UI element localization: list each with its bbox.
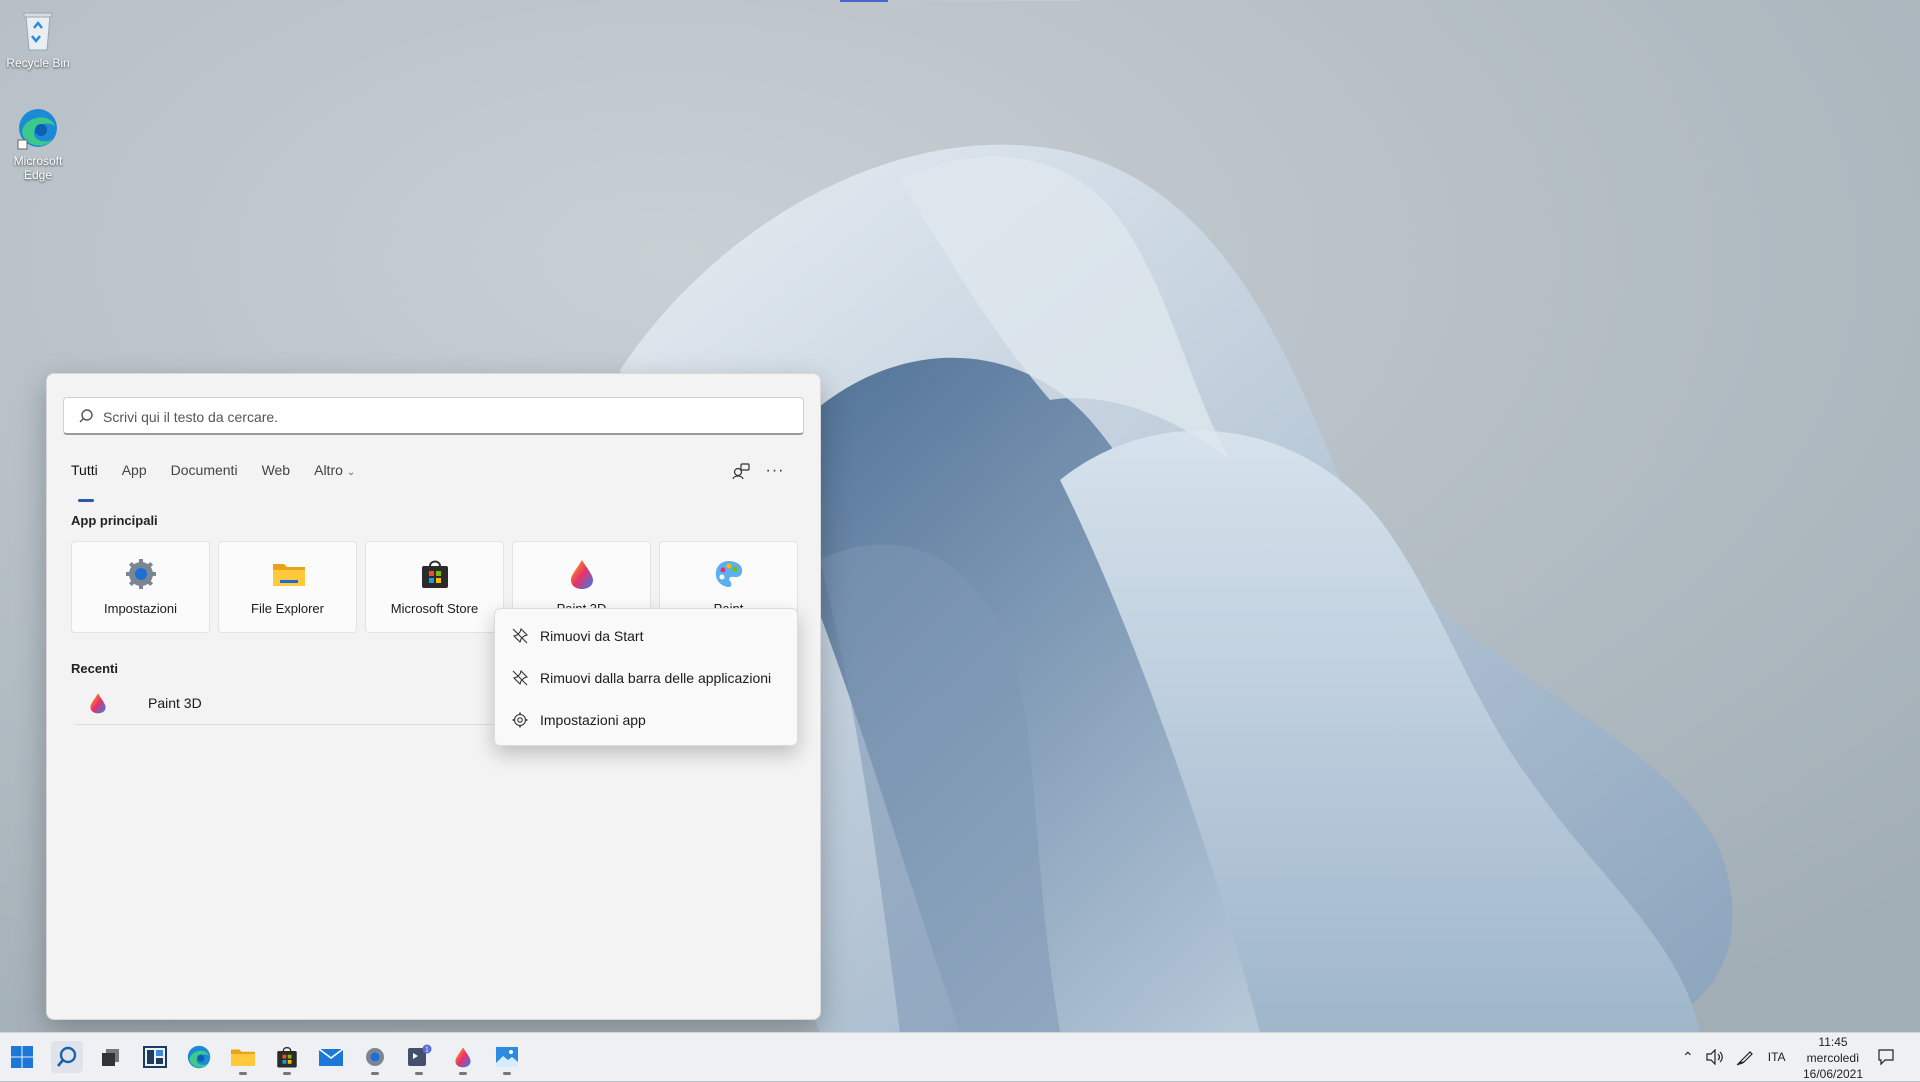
recent-item[interactable]: Paint 3D [75,683,495,725]
notifications-button[interactable] [1870,1041,1902,1073]
more-options-button[interactable]: ··· [763,459,787,483]
recent-item-label: Paint 3D [148,695,202,711]
running-indicator [239,1072,247,1075]
language-indicator[interactable]: ITA [1768,1050,1786,1064]
desktop-icon-label: Microsoft Edge [13,154,63,182]
settings-icon [366,1048,384,1066]
taskbar-edge-button[interactable] [183,1041,215,1073]
tile-label: Microsoft Store [390,601,479,616]
paint-palette-icon [715,561,743,587]
widgets-button[interactable] [139,1041,171,1073]
unpin-icon [512,670,528,686]
tile-label: File Explorer [251,601,324,616]
search-icon [79,409,93,423]
context-menu: Rimuovi da Start Rimuovi dalla barra del… [494,608,798,746]
file-explorer-icon [231,1049,255,1066]
account-icon [732,463,750,480]
unpin-icon [512,628,528,644]
taskbar-file-explorer-button[interactable] [227,1041,259,1075]
start-button[interactable] [6,1041,38,1073]
clock-time: 11:45 [1818,1035,1848,1049]
start-icon [11,1046,33,1068]
menu-item-label: Impostazioni app [540,712,646,728]
top-app-tile[interactable]: File Explorer [218,541,357,633]
svg-text:1: 1 [425,1047,429,1054]
tab-tutti[interactable]: Tutti [71,462,98,502]
tile-label: Impostazioni [104,601,177,616]
tab-web[interactable]: Web [262,462,291,492]
running-indicator [503,1072,511,1075]
menu-item-label: Rimuovi dalla barra delle applicazioni [540,670,772,686]
top-app-tile[interactable]: Microsoft Store [365,541,504,633]
taskbar-paint3d-button[interactable] [447,1041,479,1075]
search-placeholder: Scrivi qui il testo da cercare. [103,409,279,425]
edge-icon [17,109,57,150]
edge-icon [187,1045,211,1069]
taskbar-teams-button[interactable]: 1 [403,1041,435,1075]
folder-icon [273,564,305,586]
taskbar-settings-button[interactable] [359,1041,391,1075]
ellipsis-icon: ··· [765,462,785,479]
photos-icon [496,1047,518,1067]
mail-icon [318,1048,344,1066]
running-indicator [459,1072,467,1075]
tab-altro[interactable]: Altro ⌄ [314,462,355,492]
taskbar-search-button[interactable] [51,1041,83,1073]
menu-item-unpin-taskbar[interactable]: Rimuovi dalla barra delle applicazioni [499,659,793,697]
search-input[interactable]: Scrivi qui il testo da cercare. [63,397,804,435]
paint3d-drop-icon [571,560,593,589]
account-switch-button[interactable] [729,459,753,483]
tab-documenti[interactable]: Documenti [171,462,238,492]
top-indicator [840,0,888,2]
paint3d-icon [455,1047,471,1068]
desktop-icon-label: Recycle Bin [6,56,70,70]
desktop-icon-edge[interactable]: Microsoft Edge [0,106,78,182]
top-apps-heading: App principali [71,513,158,528]
search-icon [57,1046,77,1067]
recycle-bin-icon [23,12,53,51]
top-line [888,0,1080,1]
menu-item-app-settings[interactable]: Impostazioni app [499,701,793,739]
volume-icon[interactable] [1706,1049,1724,1065]
teams-icon: 1 [408,1044,432,1066]
clock-day: mercoledì [1806,1051,1860,1065]
running-indicator [415,1072,423,1075]
store-icon [277,1046,297,1068]
menu-item-unpin-start[interactable]: Rimuovi da Start [499,617,793,655]
store-bag-icon [422,560,448,588]
taskbar-mail-button[interactable] [315,1041,347,1073]
menu-item-label: Rimuovi da Start [540,628,644,644]
task-view-button[interactable] [95,1041,127,1073]
system-tray: ⌃ ITA [1682,1033,1786,1081]
taskbar-photos-button[interactable] [491,1041,523,1075]
pen-icon[interactable] [1736,1048,1754,1066]
notification-icon [1878,1049,1894,1066]
paint3d-drop-icon [90,693,106,714]
desktop-icon-recycle-bin[interactable]: Recycle Bin [0,8,78,70]
search-tabs: Tutti App Documenti Web Altro ⌄ [71,462,379,502]
settings-gear-icon [126,559,156,589]
clock[interactable]: 11:45 mercoledì 16/06/2021 [1793,1034,1873,1082]
tab-app[interactable]: App [122,462,147,492]
recent-heading: Recenti [71,661,118,676]
chevron-up-icon[interactable]: ⌃ [1682,1049,1694,1066]
running-indicator [283,1072,291,1075]
taskbar-store-button[interactable] [271,1041,303,1075]
chevron-down-icon: ⌄ [346,467,356,478]
running-indicator [371,1072,379,1075]
task-view-icon [102,1049,119,1066]
gear-icon [512,712,528,728]
widgets-icon [143,1046,167,1068]
top-app-tile[interactable]: Impostazioni [71,541,210,633]
taskbar: 1 ⌃ ITA 11:45 mercoledì 16/06/2021 [0,1032,1920,1081]
